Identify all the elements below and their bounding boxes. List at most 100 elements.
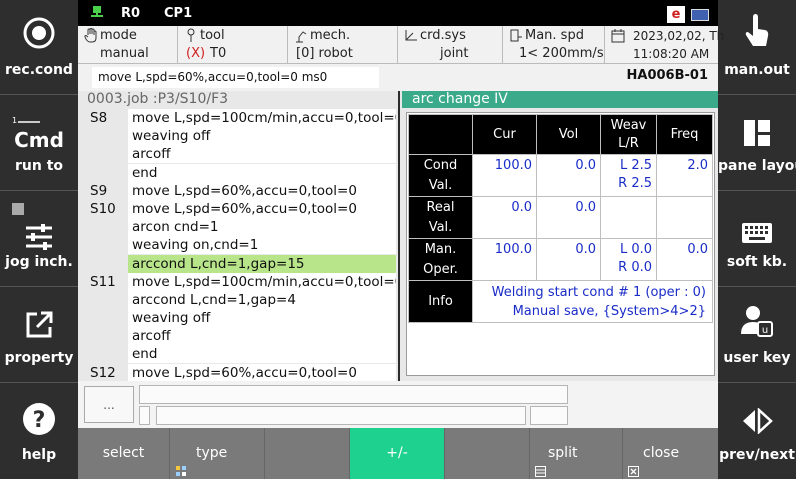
man-weav[interactable]: L 0.0 R 0.0 [600,238,657,281]
tool-prefix: (X) [186,46,206,61]
current-command: move L,spd=60%,accu=0,tool=0 ms0 [92,67,379,88]
job-line[interactable]: S8 move L,spd=100cm/min,accu=0,tool=0 [78,109,396,127]
job-line[interactable]: S9 move L,spd=60%,accu=0,tool=0 [78,181,396,200]
job-line[interactable]: S12 move L,spd=60%,accu=0,tool=0 [78,363,396,382]
row-header-info: Info [408,280,473,323]
real-vol: 0.0 [536,196,601,239]
step-number: S10 [90,200,116,217]
cmd-run-to-button[interactable]: 1 Cmd run to [0,96,78,191]
job-line[interactable]: weaving on,cnd=1 [78,236,396,255]
command-input[interactable] [156,406,526,425]
cond-weav-r: R 2.5 [618,176,652,191]
open-external-icon [0,308,78,342]
program-name: CP1 [164,6,193,21]
user-key-icon: u [718,304,796,338]
select-softkey[interactable]: select [78,428,170,479]
col-header-vol: Vol [536,114,601,155]
property-button[interactable]: property [0,288,78,383]
job-line[interactable]: weaving off [78,309,396,328]
softkey-bar: select type +/- split close [78,428,718,479]
field-indicator [139,406,150,425]
pane-layout-button[interactable]: pane layout [718,96,796,191]
crd-sys-value: joint [440,46,469,61]
step-number: S12 [90,364,116,381]
real-weav [600,196,657,239]
split-softkey[interactable]: split [530,428,623,479]
close-softkey[interactable]: close [623,428,718,479]
info-line2: Manual save, {System>4>2} [512,303,706,319]
job-line[interactable]: weaving off [78,127,396,146]
line-code: move L,spd=60%,accu=0,tool=0 [128,199,396,218]
line-code: weaving off [128,127,396,146]
cond-freq[interactable]: 2.0 [656,154,713,197]
man-out-button[interactable]: man.out [718,0,796,95]
cond-weav[interactable]: L 2.5 R 2.5 [600,154,657,197]
language-badge[interactable]: e [667,6,685,23]
keyboard-icon [718,216,796,250]
speed-icon [509,28,523,43]
line-code: arcoff [128,327,396,346]
job-line[interactable]: end [78,345,396,364]
flag-icon [691,9,709,21]
pane-layout-icon [718,116,796,150]
job-line[interactable]: arccond L,cnd=1,gap=4 [78,290,396,309]
pane-layout-label: pane layout [718,158,796,174]
calendar-icon [611,28,625,43]
type-label: type [196,445,228,461]
man-freq[interactable]: 0.0 [656,238,713,281]
real-val-label: Val. [428,219,453,235]
mode-cell[interactable]: mode manual [78,26,178,64]
man-spd-cell[interactable]: Man. spd 1< 200mm/s [503,26,605,64]
plus-minus-softkey[interactable]: +/- [350,428,445,479]
help-button[interactable]: ? help [0,384,78,479]
sliders-icon [0,220,78,254]
info-line1: Welding start cond # 1 (oper : 0) [491,284,706,300]
crd-sys-cell[interactable]: crd.sys joint [398,26,503,64]
tool-value: T0 [210,46,227,61]
input-suffix-box[interactable] [530,406,568,425]
col-header-weav: Weav L/R [600,114,657,155]
mech-cell[interactable]: mech. [0] robot [288,26,398,64]
datetime-cell: 2023,02,02, Th 11:08:20 AM [605,26,724,64]
col-header-freq: Freq [656,114,713,155]
row-header-real: Real Val. [408,196,473,239]
prev-next-label: prev/next [719,447,795,463]
col-header-cur: Cur [472,114,537,155]
line-code: arccond L,cnd=1,gap=4 [128,290,396,309]
man-cur[interactable]: 100.0 [472,238,537,281]
man-oper-label: Oper. [423,261,458,277]
split-icon [535,448,546,477]
svg-text:?: ? [33,408,46,433]
job-line[interactable]: end [78,163,396,182]
jog-inch-button[interactable]: jog inch. [0,192,78,287]
robot-model-id: HA006B-01 [626,68,708,83]
prev-next-button[interactable]: prev/next [718,384,796,479]
job-line-current[interactable]: arccond L,cnd=1,gap=15 [78,254,396,273]
type-softkey[interactable]: type [170,428,265,479]
soft-kb-button[interactable]: soft kb. [718,192,796,287]
date-text: 2023,02,02, Th [633,29,725,43]
tool-cell[interactable]: tool (X) T0 [178,26,288,64]
job-line[interactable]: S10 move L,spd=60%,accu=0,tool=0 [78,199,396,218]
rec-cond-button[interactable]: rec.cond [0,0,78,95]
real-cur: 0.0 [472,196,537,239]
man-vol[interactable]: 0.0 [536,238,601,281]
job-line[interactable]: arcon cnd=1 [78,218,396,237]
job-line[interactable]: arcoff [78,327,396,346]
arc-change-table: Cur Vol Weav L/R Freq Cond Val. 100.0 0.0 … [408,114,713,323]
line-code: weaving on,cnd=1 [128,236,396,255]
job-line[interactable]: arcoff [78,145,396,164]
man-weav-l: L 0.0 [619,242,652,257]
jog-inch-label: jog inch. [5,254,73,270]
job-line[interactable]: S11 move L,spd=100cm/min,accu=0,tool=0 [78,272,396,291]
user-key-button[interactable]: u user key [718,288,796,383]
job-header: 0003.job :P3/S10/F3 [87,91,229,107]
man-out-label: man.out [724,62,790,78]
message-field[interactable] [139,385,568,404]
hand-pointer-icon [718,14,796,48]
cond-vol[interactable]: 0.0 [536,154,601,197]
step-line-icon: 1 [12,110,42,125]
cond-cur[interactable]: 100.0 [472,154,537,197]
ellipsis-button[interactable]: ... [84,386,134,423]
record-icon [0,16,78,50]
